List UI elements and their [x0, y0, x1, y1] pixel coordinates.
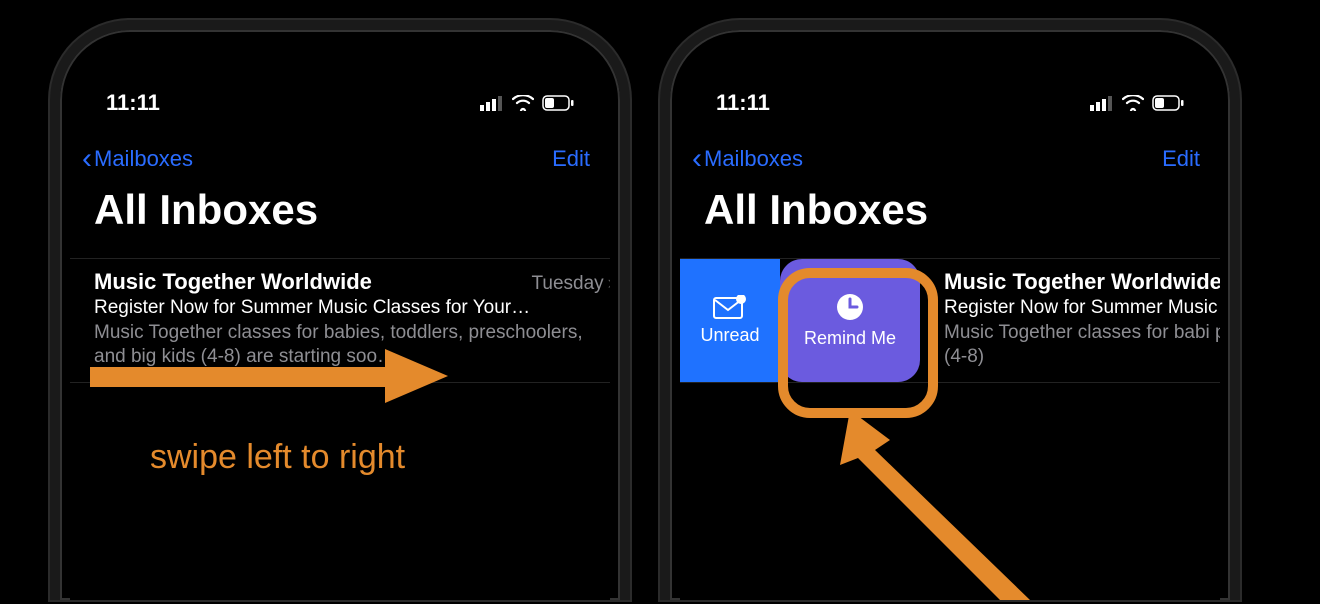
- phone-frame-right: 11:11 ‹ Mailboxes Edit All Inboxes: [660, 20, 1240, 600]
- envelope-unread-icon: [713, 295, 747, 319]
- edit-button[interactable]: Edit: [552, 146, 590, 172]
- chevron-right-icon: ›: [608, 273, 610, 295]
- wifi-icon: [512, 95, 534, 111]
- swipe-action-unread-label: Unread: [700, 325, 759, 346]
- clock-icon: [835, 292, 865, 322]
- battery-icon: [542, 95, 574, 111]
- email-row[interactable]: Music Together Worldwide Register Now fo…: [920, 259, 1220, 379]
- email-row-container: Music Together Worldwide Tuesday › Regis…: [70, 258, 610, 383]
- phone-frame-left: 11:11 ‹ Mailboxes Edit All Inboxes: [50, 20, 630, 600]
- email-sender: Music Together Worldwide: [94, 269, 372, 295]
- email-preview: Music Together classes for babi preschoo…: [944, 321, 1220, 369]
- chevron-left-icon: ‹: [692, 144, 702, 174]
- back-button[interactable]: ‹ Mailboxes: [82, 144, 193, 174]
- nav-bar: ‹ Mailboxes Edit: [70, 122, 610, 180]
- cellular-icon: [1090, 95, 1114, 111]
- swipe-action-remind[interactable]: Remind Me: [780, 259, 920, 382]
- annotation-swipe-hint: swipe left to right: [150, 438, 405, 477]
- status-indicators: [480, 95, 574, 111]
- swipe-actions: Unread Remind Me: [680, 259, 920, 382]
- back-label: Mailboxes: [94, 146, 193, 172]
- cellular-icon: [480, 95, 504, 111]
- email-date: Tuesday ›: [532, 273, 611, 295]
- swipe-action-unread[interactable]: Unread: [680, 259, 780, 382]
- email-row-container-swiped: Unread Remind Me Music Together Worldwid…: [680, 258, 1220, 383]
- swipe-action-remind-label: Remind Me: [804, 328, 896, 349]
- nav-bar: ‹ Mailboxes Edit: [680, 122, 1220, 180]
- phone-screen-left: 11:11 ‹ Mailboxes Edit All Inboxes: [70, 40, 610, 600]
- status-bar: 11:11: [680, 40, 1220, 122]
- edit-button[interactable]: Edit: [1162, 146, 1200, 172]
- wifi-icon: [1122, 95, 1144, 111]
- back-label: Mailboxes: [704, 146, 803, 172]
- status-bar: 11:11: [70, 40, 610, 122]
- annotation-arrow-pointer: [830, 410, 1050, 600]
- page-title: All Inboxes: [680, 180, 1220, 258]
- email-preview: Music Together classes for babies, toddl…: [94, 321, 610, 369]
- status-time: 11:11: [716, 90, 770, 116]
- tutorial-stage: 11:11 ‹ Mailboxes Edit All Inboxes: [0, 0, 1320, 604]
- email-subject: Register Now for Summer Music Classes fo…: [94, 297, 610, 319]
- status-indicators: [1090, 95, 1184, 111]
- battery-icon: [1152, 95, 1184, 111]
- phone-screen-right: 11:11 ‹ Mailboxes Edit All Inboxes: [680, 40, 1220, 600]
- email-row[interactable]: Music Together Worldwide Tuesday › Regis…: [70, 259, 610, 379]
- chevron-left-icon: ‹: [82, 144, 92, 174]
- email-subject: Register Now for Summer Music: [944, 297, 1220, 319]
- page-title: All Inboxes: [70, 180, 610, 258]
- status-time: 11:11: [106, 90, 160, 116]
- email-sender: Music Together Worldwide: [944, 269, 1220, 295]
- back-button[interactable]: ‹ Mailboxes: [692, 144, 803, 174]
